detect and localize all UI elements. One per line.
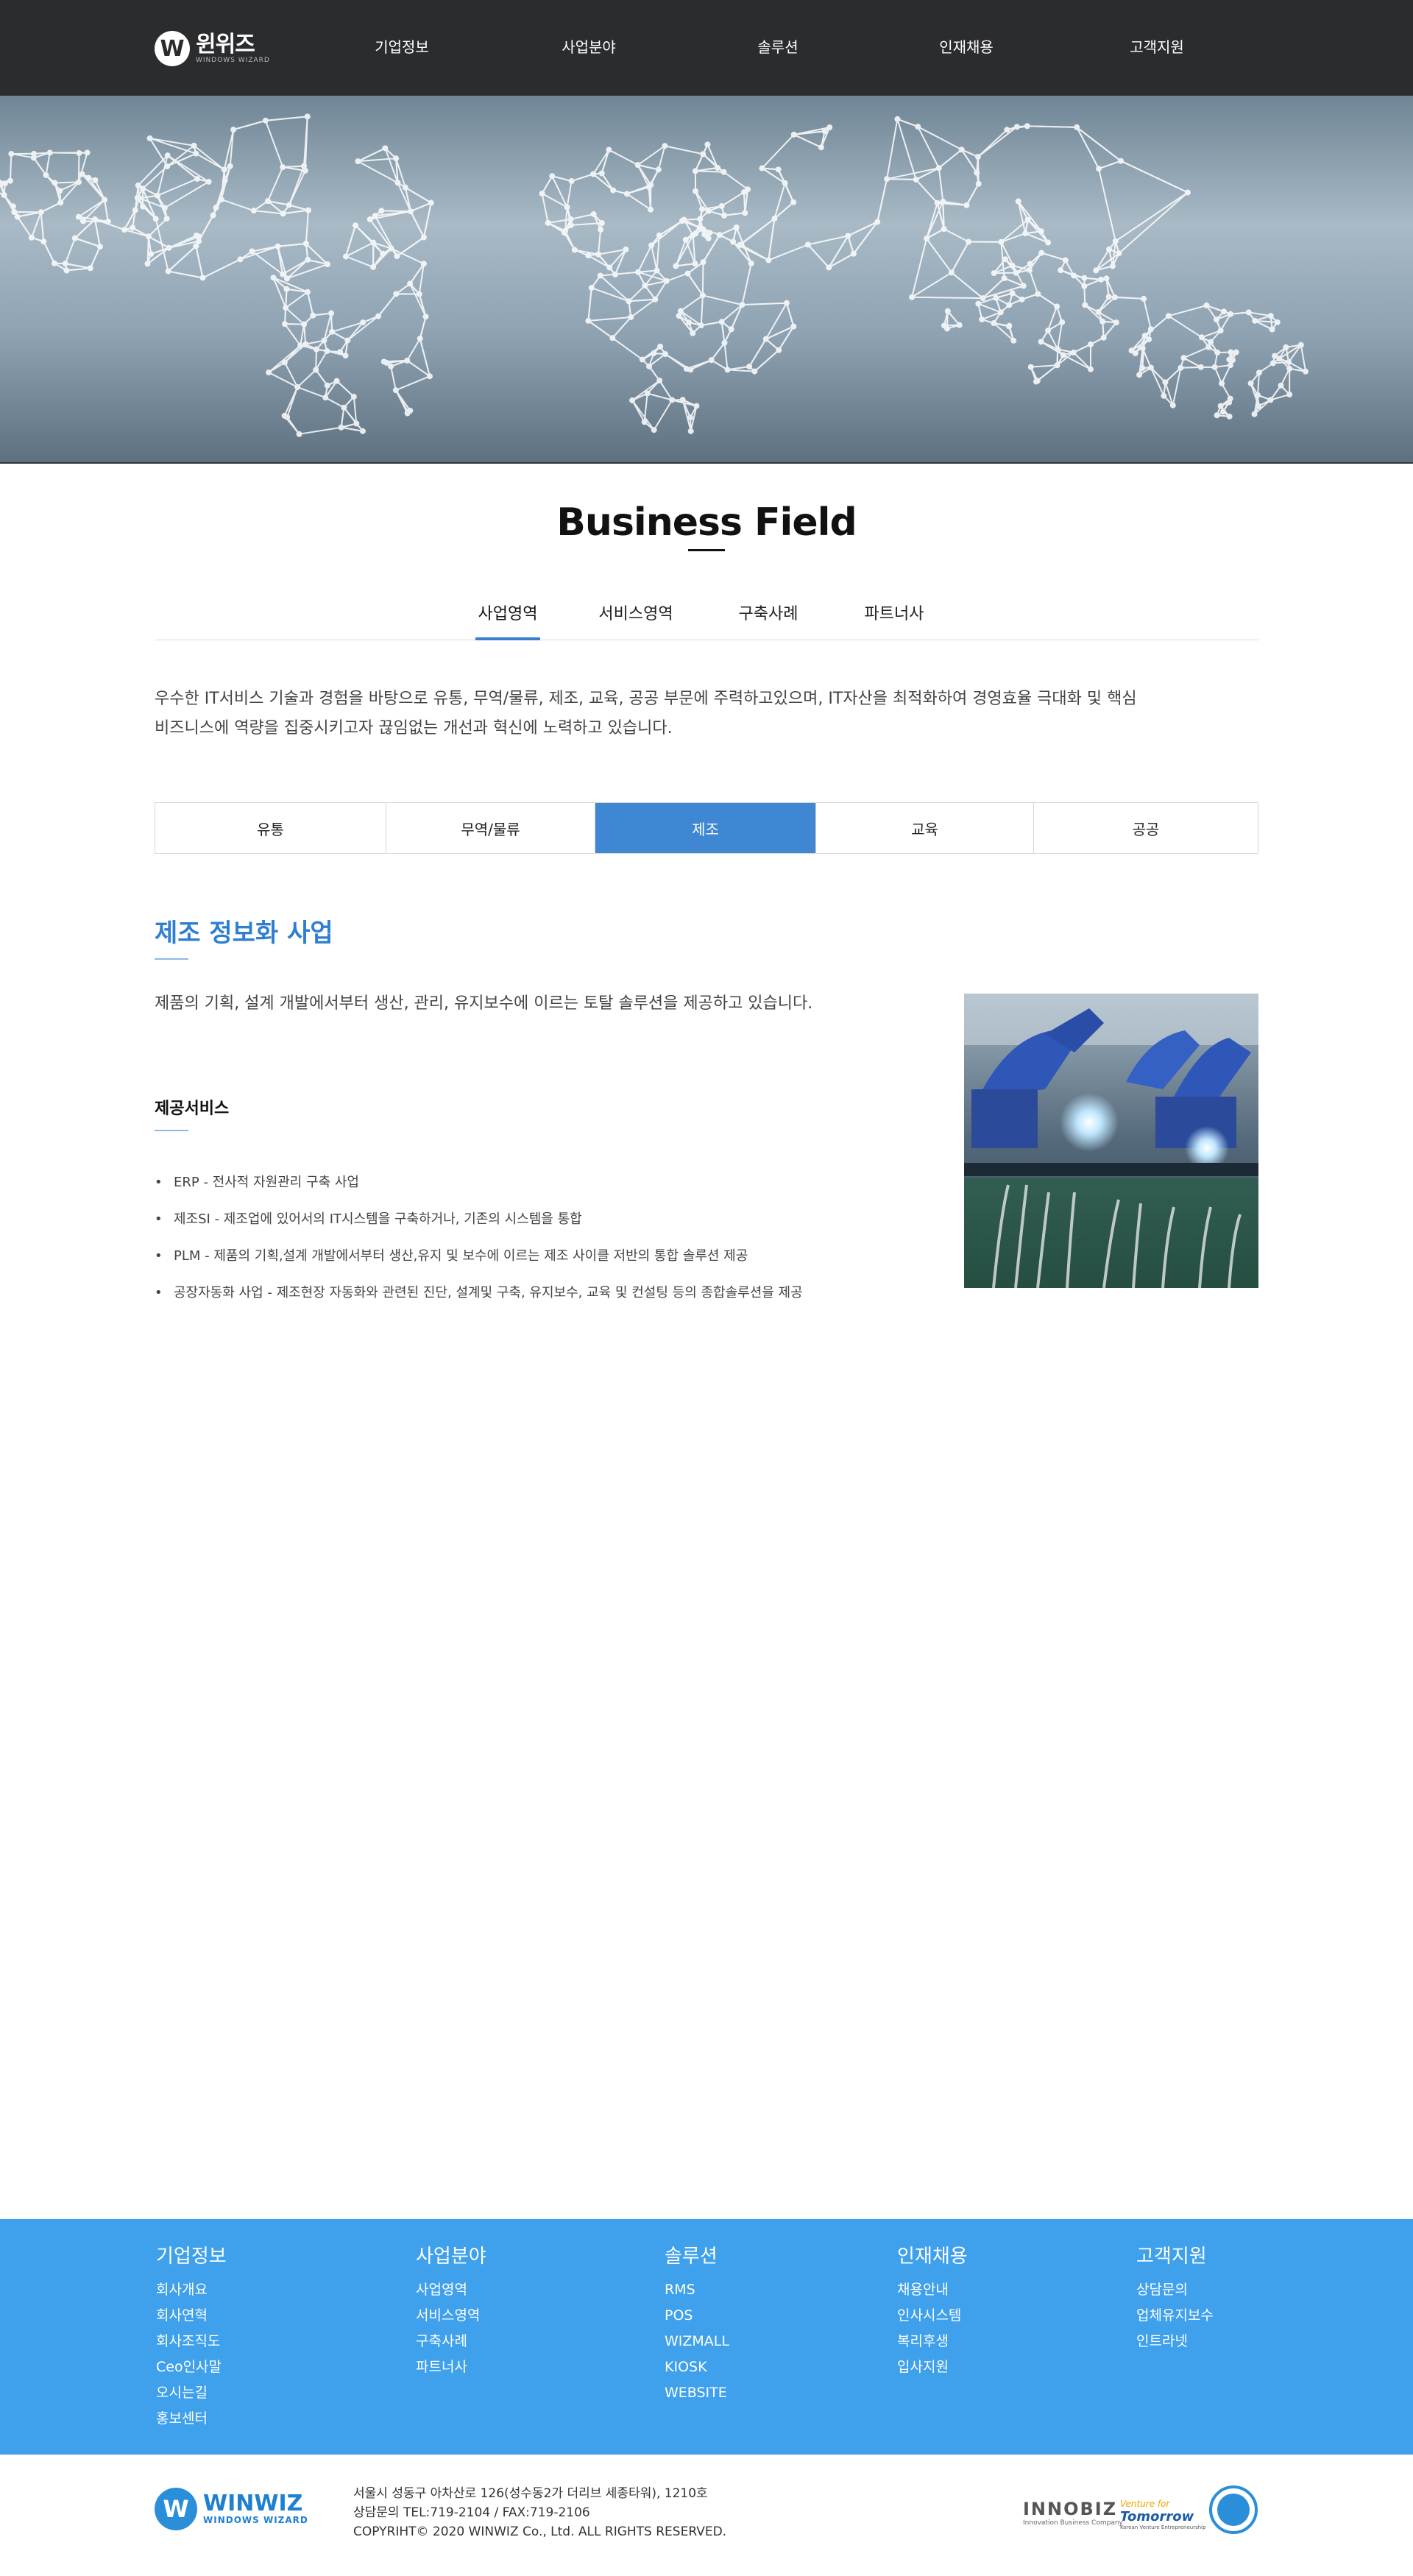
nav-business-field[interactable]: 사업분야 [562, 35, 616, 57]
footer-link[interactable]: 서비스영역 [416, 2303, 486, 2329]
category-tab-public[interactable]: 공공 [1034, 803, 1258, 853]
services-title: 제공서비스 [155, 1100, 230, 1118]
list-item: PLM - 제품의 기획,설계 개발에서부터 생산,유지 및 보수에 이르는 제… [155, 1244, 803, 1281]
page-title: Business Field [556, 500, 857, 545]
footer-sitemap: 기업정보 회사개요 회사연혁 회사조직도 Ceo인사말 오시는길 홍보센터 사업… [0, 2219, 1413, 2455]
footer-link[interactable]: 복리후생 [897, 2329, 968, 2354]
footer-bottom: W WINWIZ WINDOWS WIZARD 서울시 성동구 아차산로 126… [0, 2455, 1413, 2576]
footer-link[interactable]: 채용안내 [897, 2277, 968, 2303]
footer-link[interactable]: 상담문의 [1136, 2277, 1214, 2303]
category-tab-distribution[interactable]: 유통 [155, 803, 386, 853]
section-description: 제품의 기획, 설계 개발에서부터 생산, 관리, 유지보수에 이르는 토탈 솔… [155, 994, 813, 1013]
world-network-map [0, 113, 1309, 437]
footer-link[interactable]: 회사개요 [156, 2277, 227, 2303]
nav-solutions[interactable]: 솔루션 [757, 35, 798, 57]
footer-link[interactable]: 입사지원 [897, 2354, 968, 2380]
winwiz-logo-icon: W [155, 2488, 197, 2530]
list-item: 공장자동화 사업 - 제조현장 자동화와 관련된 진단, 설계및 구축, 유지보… [155, 1281, 803, 1317]
footer-link[interactable]: 인사시스템 [897, 2303, 968, 2329]
tab-case-studies[interactable]: 구축사례 [739, 601, 798, 624]
sub-tabs: 사업영역 서비스영역 구축사례 파트너사 [155, 589, 1258, 640]
footer-link[interactable]: 회사연혁 [156, 2303, 227, 2329]
hero-banner [0, 96, 1413, 464]
footer-link[interactable]: 회사조직도 [156, 2329, 227, 2354]
certification-badge-icon [1209, 2485, 1258, 2534]
footer-link[interactable]: WIZMALL [665, 2329, 729, 2354]
footer-logo[interactable]: W WINWIZ WINDOWS WIZARD [155, 2488, 308, 2530]
footer-link[interactable]: 사업영역 [416, 2277, 486, 2303]
manufacturing-robot-image [964, 994, 1258, 1288]
footer-col-solutions: 솔루션 RMS POS WIZMALL KIOSK WEBSITE [665, 2241, 729, 2406]
services-title-underline [155, 1130, 188, 1131]
footer-col-company: 기업정보 회사개요 회사연혁 회사조직도 Ceo인사말 오시는길 홍보센터 [156, 2241, 227, 2432]
footer-link[interactable]: 구축사례 [416, 2329, 486, 2354]
company-address: 서울시 성동구 아차산로 126(성수동2가 더리브 세종타워), 1210호 … [353, 2486, 727, 2539]
list-item: ERP - 전사적 자원관리 구축 사업 [155, 1170, 803, 1207]
section-title-underline [155, 958, 188, 960]
category-tab-education[interactable]: 교육 [816, 803, 1034, 853]
category-tabs: 유통 무역/물류 제조 교육 공공 [155, 802, 1258, 854]
hero-bottom-border [0, 462, 1413, 464]
footer-link[interactable]: WEBSITE [665, 2380, 729, 2406]
footer-link[interactable]: 오시는길 [156, 2380, 227, 2406]
active-tab-indicator [475, 637, 540, 640]
title-underline [688, 549, 725, 551]
tab-partners[interactable]: 파트너사 [865, 601, 924, 624]
nav-company-info[interactable]: 기업정보 [375, 35, 429, 57]
top-header: W 윈위즈 WINDOWS WIZARD 기업정보 사업분야 솔루션 인재채용 … [0, 0, 1413, 96]
services-list: ERP - 전사적 자원관리 구축 사업 제조SI - 제조업에 있어서의 IT… [155, 1170, 803, 1317]
footer-link[interactable]: 업체유지보수 [1136, 2303, 1214, 2329]
intro-text: 우수한 IT서비스 기술과 경험을 바탕으로 유통, 무역/물류, 제조, 교육… [155, 690, 1137, 737]
footer-link[interactable]: RMS [665, 2277, 729, 2303]
venture-certification-logo: Venture for Tomorrow Korean Venture Entr… [1120, 2499, 1206, 2530]
footer-link[interactable]: 인트라넷 [1136, 2329, 1214, 2354]
category-tab-manufacturing[interactable]: 제조 [595, 803, 816, 853]
nav-support[interactable]: 고객지원 [1130, 35, 1184, 57]
footer-link[interactable]: KIOSK [665, 2354, 729, 2380]
list-item: 제조SI - 제조업에 있어서의 IT시스템을 구축하거나, 기존의 시스템을 … [155, 1207, 803, 1244]
category-tab-logistics[interactable]: 무역/물류 [386, 803, 595, 853]
footer-col-recruit: 인재채용 채용안내 인사시스템 복리후생 입사지원 [897, 2241, 968, 2380]
footer-link[interactable]: 홍보센터 [156, 2406, 227, 2432]
innobiz-certification-logo: INNOBIZ Innovation Business Company [1023, 2499, 1123, 2527]
section-title: 제조 정보화 사업 [155, 919, 333, 948]
main-nav: 기업정보 사업분야 솔루션 인재채용 고객지원 [0, 0, 1413, 96]
footer-col-business: 사업분야 사업영역 서비스영역 구축사례 파트너사 [416, 2241, 486, 2380]
footer-link[interactable]: Ceo인사말 [156, 2354, 227, 2380]
footer-col-support: 고객지원 상담문의 업체유지보수 인트라넷 [1136, 2241, 1214, 2354]
footer-link[interactable]: 파트너사 [416, 2354, 486, 2380]
tab-business-area[interactable]: 사업영역 [478, 601, 538, 624]
nav-recruit[interactable]: 인재채용 [939, 35, 994, 57]
footer-link[interactable]: POS [665, 2303, 729, 2329]
tab-service-area[interactable]: 서비스영역 [598, 601, 673, 624]
